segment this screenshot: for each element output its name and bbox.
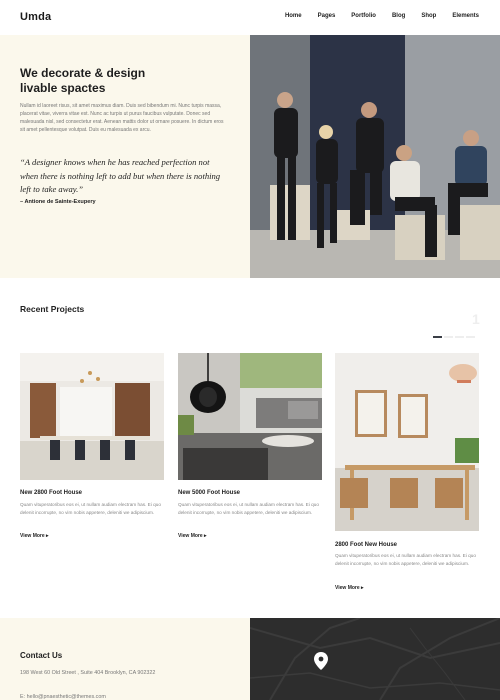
main-nav: Home Pages Portfolio Blog Shop Elements <box>269 13 479 19</box>
view-more-link-3[interactable]: View More ▸ <box>335 585 364 591</box>
recent-projects-title: Recent Projects <box>20 304 85 314</box>
project-desc-2: Quam vituperatoribus eos ei, ut nullam a… <box>178 502 319 515</box>
team-photo <box>250 35 500 278</box>
map-pin-icon[interactable] <box>314 652 328 670</box>
project-image-2[interactable] <box>178 353 322 480</box>
view-more-link-1[interactable]: View More ▸ <box>20 533 49 539</box>
project-title-1[interactable]: New 2800 Foot House <box>20 490 82 496</box>
slider-pagination <box>433 336 475 338</box>
contact-email[interactable]: E: hello@pnaesthetic@themes.com <box>20 694 106 700</box>
project-photo-2 <box>178 353 322 480</box>
project-desc-3: Quam vituperatoribus eos ei, ut nullam a… <box>335 553 476 566</box>
slider-dot-1[interactable] <box>433 336 442 338</box>
team-photo-illustration <box>250 35 500 278</box>
slider-index: 1 <box>472 311 480 327</box>
slider-dot-4[interactable] <box>466 336 475 338</box>
project-title-2[interactable]: New 5000 Foot House <box>178 490 240 496</box>
slider-dot-2[interactable] <box>444 336 453 338</box>
contact-address: 198 West 60 Old Street , Suite 404 Brook… <box>20 670 156 676</box>
nav-item-home[interactable]: Home <box>285 13 302 19</box>
project-image-3[interactable] <box>335 353 479 531</box>
project-image-1[interactable] <box>20 353 164 480</box>
project-title-3[interactable]: 2800 Foot New House <box>335 542 397 548</box>
contact-title: Contact Us <box>20 651 63 660</box>
view-more-link-2[interactable]: View More ▸ <box>178 533 207 539</box>
hero-quote: “A designer knows when he has reached pe… <box>20 157 221 194</box>
nav-item-pages[interactable]: Pages <box>318 13 336 19</box>
project-desc-1: Quam vituperatoribus eos ei, ut nullam a… <box>20 502 161 515</box>
project-photo-1 <box>20 353 164 480</box>
site-logo[interactable]: Umda <box>20 11 51 23</box>
nav-item-blog[interactable]: Blog <box>392 13 405 19</box>
nav-item-portfolio[interactable]: Portfolio <box>351 13 376 19</box>
location-map[interactable] <box>250 618 500 700</box>
nav-item-elements[interactable]: Elements <box>452 13 479 19</box>
map-illustration <box>250 618 500 700</box>
project-photo-3 <box>335 353 479 531</box>
hero-quote-author: – Antione de Sainte-Exupery <box>20 199 96 205</box>
hero-title-line1: We decorate & design <box>20 66 146 80</box>
site-header: Umda Home Pages Portfolio Blog Shop Elem… <box>0 0 500 35</box>
hero-body-text: Nullam id laoreet risus, sit amet maximu… <box>20 103 224 133</box>
slider-dot-3[interactable] <box>455 336 464 338</box>
hero-title: We decorate & design livable spactes <box>20 66 220 96</box>
hero-title-line2: livable spactes <box>20 81 106 95</box>
nav-item-shop[interactable]: Shop <box>421 13 436 19</box>
